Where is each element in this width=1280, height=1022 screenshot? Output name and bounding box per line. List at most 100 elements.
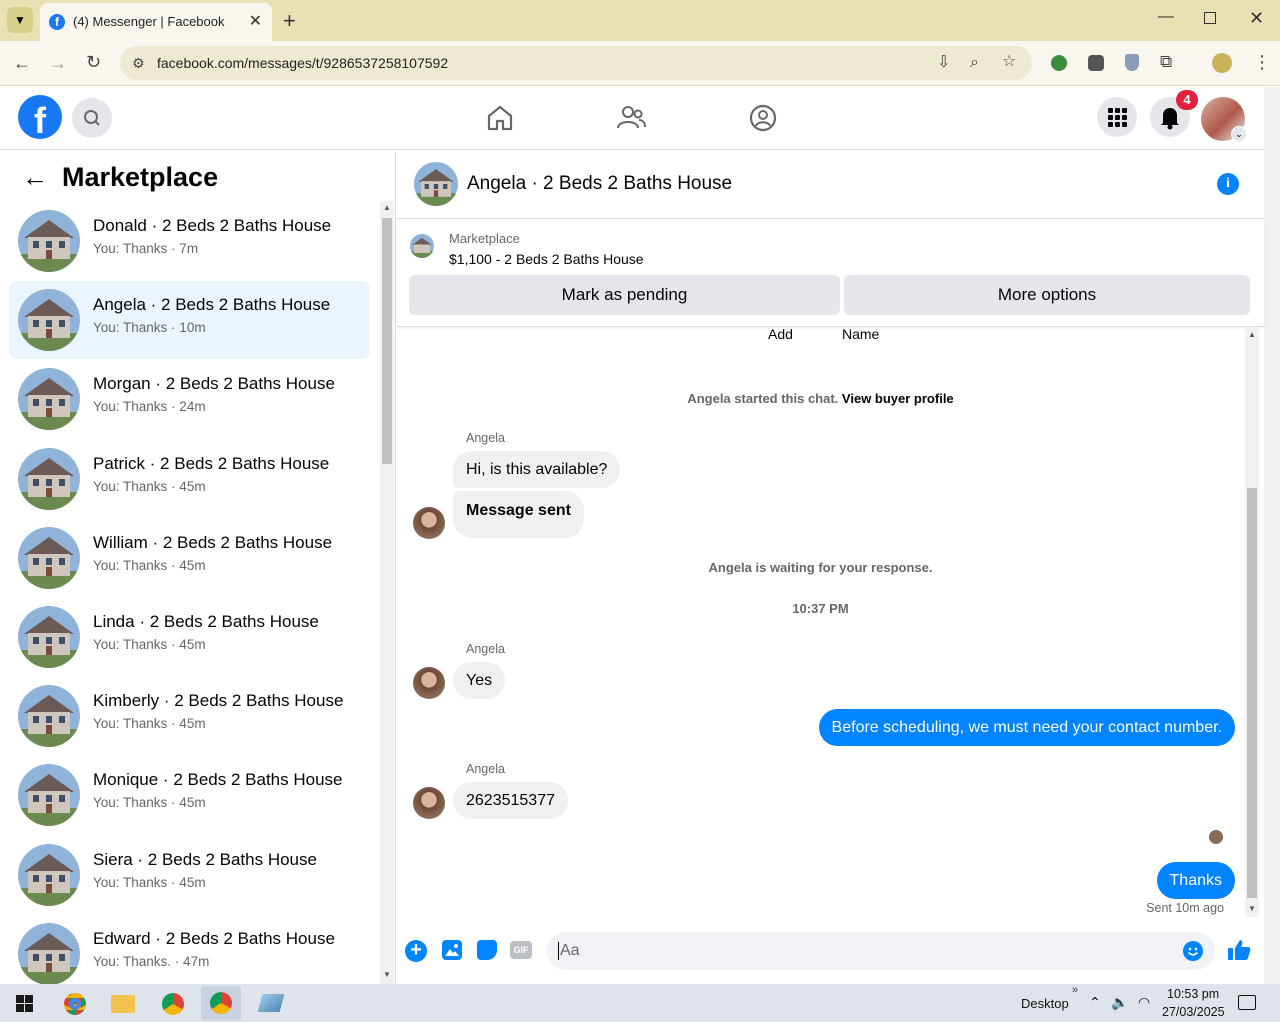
- sender-avatar[interactable]: [413, 787, 445, 819]
- zoom-icon[interactable]: ⌕: [970, 55, 979, 71]
- conversation-thumbnail: [18, 368, 80, 431]
- like-thumb-icon[interactable]: [1226, 937, 1252, 968]
- house-thumbnail-icon: [18, 606, 80, 668]
- sticker-icon[interactable]: [477, 940, 497, 960]
- back-arrow-icon[interactable]: ←: [22, 162, 48, 193]
- message-bubble-outgoing[interactable]: Before scheduling, we must need your con…: [818, 709, 1235, 746]
- message-bubble-incoming[interactable]: 2623515377: [453, 782, 568, 819]
- listing-title[interactable]: $1,100 - 2 Beds 2 Baths House: [449, 251, 644, 267]
- groups-nav-button[interactable]: [747, 102, 779, 139]
- site-settings-icon[interactable]: ⚙: [132, 55, 145, 71]
- chrome-profile-taskbar-icon[interactable]: [162, 993, 184, 1015]
- conversation-item[interactable]: Morgan · 2 Beds 2 Baths House You: Thanks…: [9, 360, 370, 438]
- seen-receipt-avatar: [1209, 830, 1223, 844]
- message-bubble-incoming[interactable]: Message sent: [453, 491, 584, 538]
- conversation-item[interactable]: Angela · 2 Beds 2 Baths House You: Thanks…: [9, 281, 370, 360]
- sidebar-scroll-thumb[interactable]: [382, 218, 392, 464]
- overflow-chevron-icon[interactable]: »: [1072, 984, 1078, 996]
- name-link[interactable]: Name: [842, 326, 879, 342]
- waiting-notice: Angela is waiting for your response.: [708, 560, 933, 575]
- attach-image-icon[interactable]: [442, 940, 462, 960]
- reload-icon[interactable]: ↻: [86, 53, 101, 71]
- scroll-up-icon[interactable]: ▲: [1248, 330, 1256, 339]
- message-bubble-incoming[interactable]: Yes: [453, 662, 506, 699]
- facebook-logo-icon[interactable]: f: [18, 95, 62, 139]
- profile-icon[interactable]: [1212, 53, 1232, 73]
- extension-robot-icon[interactable]: [1088, 55, 1104, 71]
- home-nav-button[interactable]: [484, 102, 516, 139]
- restore-button[interactable]: [1204, 12, 1216, 24]
- tray-up-icon[interactable]: ⌃: [1089, 994, 1101, 1011]
- conversation-item[interactable]: Kimberly · 2 Beds 2 Baths House You: Than…: [9, 677, 370, 755]
- listing-thumbnail[interactable]: [410, 234, 434, 258]
- clock-date[interactable]: 27/03/2025: [1162, 1005, 1225, 1019]
- bookmark-star-icon[interactable]: ☆: [1002, 54, 1016, 70]
- emoji-icon[interactable]: [1183, 941, 1203, 961]
- forward-icon[interactable]: →: [49, 54, 67, 72]
- gif-icon[interactable]: GIF: [510, 941, 532, 959]
- sidebar-scrollbar[interactable]: ▲ ▼: [380, 201, 394, 984]
- wifi-icon[interactable]: ◠: [1138, 994, 1150, 1011]
- conversation-item[interactable]: Linda · 2 Beds 2 Baths House You: Thanks …: [9, 598, 370, 676]
- new-tab-button[interactable]: +: [283, 8, 296, 34]
- friends-icon: [617, 106, 646, 129]
- scroll-down-icon[interactable]: ▼: [1248, 904, 1256, 913]
- friends-nav-button[interactable]: [615, 102, 647, 139]
- facebook-favicon-icon: f: [49, 14, 65, 30]
- file-explorer-icon[interactable]: [111, 995, 135, 1013]
- chat-title[interactable]: Angela · 2 Beds 2 Baths House: [467, 173, 732, 195]
- chrome-active-taskbar-icon[interactable]: [201, 986, 241, 1020]
- sender-name: Angela: [466, 642, 505, 656]
- sender-avatar[interactable]: [413, 507, 445, 539]
- house-thumbnail-icon: [18, 210, 80, 272]
- browser-menu-icon[interactable]: ⋮: [1253, 53, 1271, 71]
- more-options-button[interactable]: More options: [844, 275, 1250, 315]
- composer-bar: + GIF Aa: [397, 929, 1264, 975]
- extensions-puzzle-icon[interactable]: ⧉: [1160, 53, 1172, 70]
- conversation-item[interactable]: Siera · 2 Beds 2 Baths House You: Thanks …: [9, 836, 370, 914]
- browser-tab[interactable]: f (4) Messenger | Facebook ✕: [40, 3, 272, 41]
- conversation-item[interactable]: William · 2 Beds 2 Baths House You: Thank…: [9, 519, 370, 597]
- scroll-up-icon[interactable]: ▲: [383, 203, 391, 212]
- message-bubble-incoming[interactable]: Hi, is this available?: [453, 451, 621, 488]
- conversation-item[interactable]: Donald · 2 Beds 2 Baths House You: Thanks…: [9, 202, 370, 280]
- conversation-name: Angela · 2 Beds 2 Baths House: [93, 295, 331, 315]
- install-app-icon[interactable]: ⇩: [937, 55, 950, 71]
- view-buyer-profile-link[interactable]: View buyer profile: [842, 391, 954, 406]
- message-input[interactable]: Aa: [547, 932, 1215, 970]
- volume-icon[interactable]: 🔈: [1111, 994, 1128, 1011]
- search-button[interactable]: [72, 98, 112, 138]
- add-link[interactable]: Add: [768, 326, 793, 342]
- app-taskbar-icon[interactable]: [257, 994, 285, 1012]
- windows-start-icon[interactable]: [16, 995, 33, 1012]
- page-scrollbar[interactable]: [1264, 87, 1280, 984]
- chat-scrollbar[interactable]: ▲ ▼: [1245, 328, 1259, 917]
- chrome-taskbar-icon[interactable]: [64, 993, 86, 1015]
- account-chevron-icon[interactable]: ⌄: [1231, 126, 1247, 142]
- sender-avatar[interactable]: [413, 667, 445, 699]
- conversation-item[interactable]: Monique · 2 Beds 2 Baths House You: Thank…: [9, 756, 370, 834]
- close-window-button[interactable]: ✕: [1249, 8, 1264, 29]
- clock-time[interactable]: 10:53 pm: [1167, 987, 1219, 1001]
- notification-center-icon[interactable]: [1238, 995, 1256, 1010]
- message-bubble-outgoing[interactable]: Thanks: [1156, 862, 1235, 899]
- mark-as-pending-button[interactable]: Mark as pending: [409, 275, 840, 315]
- conversation-item[interactable]: Edward · 2 Beds 2 Baths House You: Thanks…: [9, 915, 370, 984]
- sender-name: Angela: [466, 431, 505, 445]
- info-icon[interactable]: i: [1217, 173, 1239, 195]
- chat-header-thumbnail[interactable]: [414, 162, 458, 206]
- minimize-button[interactable]: —: [1158, 8, 1174, 26]
- extension-shield-icon[interactable]: [1125, 54, 1139, 71]
- close-tab-icon[interactable]: ✕: [249, 11, 262, 31]
- tab-list-button[interactable]: ▼: [7, 7, 33, 33]
- desktop-label[interactable]: Desktop: [1021, 996, 1069, 1011]
- house-thumbnail-icon: [18, 764, 80, 827]
- more-actions-plus-icon[interactable]: +: [405, 940, 427, 962]
- extension-globe-icon[interactable]: [1051, 55, 1067, 71]
- menu-grid-button[interactable]: [1097, 97, 1137, 137]
- scroll-down-icon[interactable]: ▼: [383, 970, 391, 979]
- back-icon[interactable]: ←: [13, 54, 31, 72]
- conversation-item[interactable]: Patrick · 2 Beds 2 Baths House You: Thank…: [9, 440, 370, 518]
- address-bar[interactable]: ⚙ facebook.com/messages/t/92865372581075…: [120, 46, 1032, 80]
- chat-scroll-thumb[interactable]: [1247, 488, 1257, 898]
